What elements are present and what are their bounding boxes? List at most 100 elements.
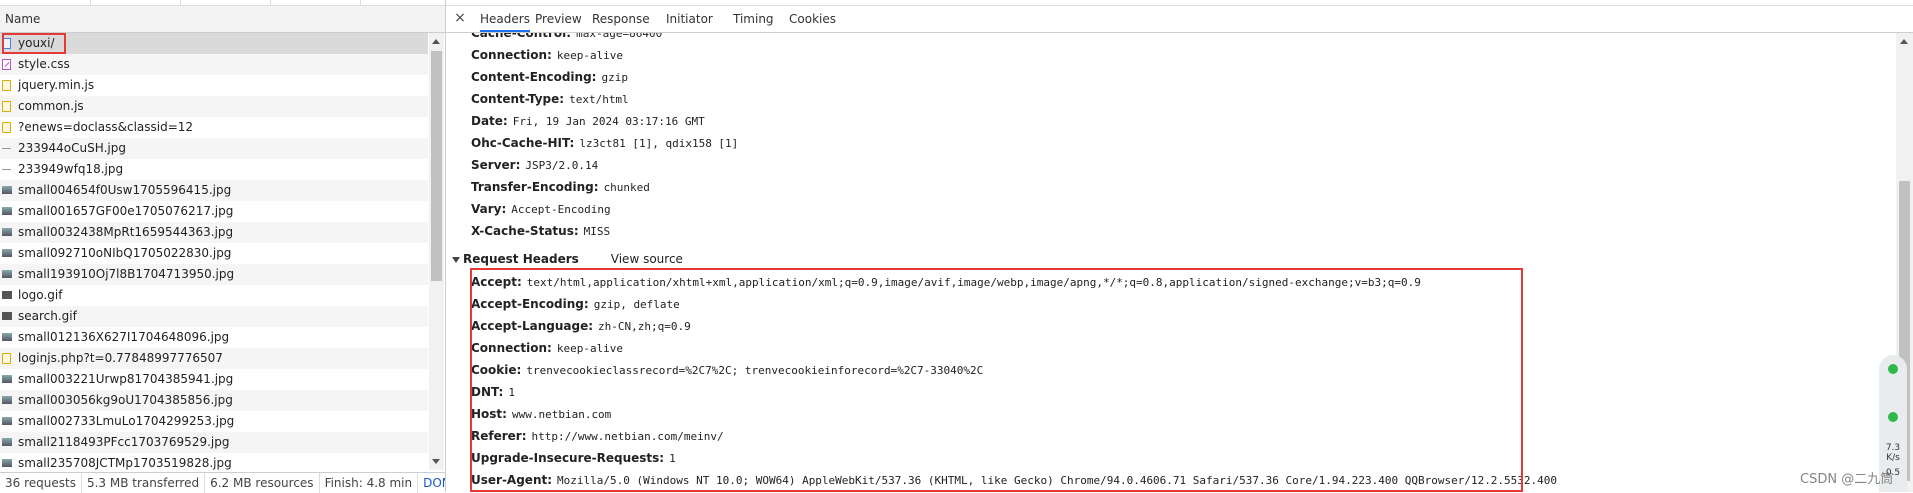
request-row[interactable]: style.css <box>0 54 428 75</box>
view-source-link[interactable]: View source <box>611 252 683 266</box>
response-header-row: Content-Type: text/html <box>471 88 629 110</box>
request-header-row: DNT: 1 <box>471 381 515 403</box>
request-list-scrollbar[interactable] <box>429 33 444 470</box>
script-icon <box>2 80 11 91</box>
request-name: common.js <box>18 99 84 113</box>
request-name: small002733LmuLo1704299253.jpg <box>18 414 235 428</box>
request-row[interactable]: logo.gif <box>0 285 428 306</box>
response-header-row: Cache-Control: max-age=86400 <box>471 33 662 44</box>
response-header-row: Date: Fri, 19 Jan 2024 03:17:16 GMT <box>471 110 705 132</box>
script-icon <box>2 101 11 112</box>
stylesheet-icon <box>2 59 11 70</box>
request-row[interactable]: youxi/ <box>0 33 428 54</box>
request-row[interactable]: small003221Urwp81704385941.jpg <box>0 369 428 390</box>
request-name: logo.gif <box>18 288 63 302</box>
request-row[interactable]: small193910Oj7l8B1704713950.jpg <box>0 264 428 285</box>
header-name: Content-Type: <box>471 92 565 106</box>
request-row[interactable]: jquery.min.js <box>0 75 428 96</box>
image-icon <box>2 438 12 446</box>
request-name: style.css <box>18 57 70 71</box>
scroll-up-arrow-icon[interactable] <box>432 39 440 44</box>
header-name: Accept: <box>471 275 522 289</box>
image-icon <box>2 207 12 215</box>
request-name: small003056kg9oU1704385856.jpg <box>18 393 233 407</box>
scroll-up-arrow-icon[interactable] <box>1900 39 1908 44</box>
request-name: small012136X627I1704648096.jpg <box>18 330 230 344</box>
request-header-row: Upgrade-Insecure-Requests: 1 <box>471 447 676 469</box>
request-row[interactable]: small0032438MpRt1659544363.jpg <box>0 222 428 243</box>
header-name: User-Agent: <box>471 473 553 487</box>
request-name: small2118493PFcc1703769529.jpg <box>18 435 230 449</box>
request-header-row: Cookie: trenvecookieclassrecord=%2C7%2C; … <box>471 359 983 381</box>
header-name: Content-Encoding: <box>471 70 597 84</box>
request-headers-section-title[interactable]: Request Headers View source <box>452 249 683 269</box>
header-value: MISS <box>583 225 611 238</box>
image-icon <box>2 396 12 404</box>
header-name: Cookie: <box>471 363 522 377</box>
status-dot-icon <box>1888 364 1898 374</box>
request-row[interactable]: search.gif <box>0 306 428 327</box>
request-row[interactable]: small004654f0Usw1705596415.jpg <box>0 180 428 201</box>
request-row[interactable]: small012136X627I1704648096.jpg <box>0 327 428 348</box>
request-row[interactable]: small002733LmuLo1704299253.jpg <box>0 411 428 432</box>
header-name: Referer: <box>471 429 527 443</box>
request-row[interactable]: 233949wfq18.jpg <box>0 159 428 180</box>
transferred-size: 5.3 MB transferred <box>82 473 206 493</box>
tab-preview[interactable]: Preview <box>535 6 582 32</box>
network-status-bar: 36 requests 5.3 MB transferred 6.2 MB reso… <box>0 472 445 493</box>
header-value: gzip, deflate <box>593 298 680 311</box>
request-header-row: Connection: keep-alive <box>471 337 623 359</box>
request-row[interactable]: small003056kg9oU1704385856.jpg <box>0 390 428 411</box>
scrollbar-thumb[interactable] <box>431 51 442 281</box>
details-tab-bar: × Headers Preview Response Initiator Tim… <box>446 6 1913 33</box>
scroll-down-arrow-icon[interactable] <box>432 459 440 464</box>
watermark-text: CSDN @二九筒 <box>1800 472 1894 487</box>
image-icon <box>2 148 11 149</box>
header-name: X-Cache-Status: <box>471 224 579 238</box>
request-row[interactable]: common.js <box>0 96 428 117</box>
collapse-triangle-icon[interactable] <box>452 256 460 263</box>
header-value: keep-alive <box>556 49 624 62</box>
response-header-row: Ohc-Cache-HIT: lz3ct81 [1], qdix158 [1] <box>471 132 738 154</box>
request-row[interactable]: small235708JCTMp1703519828.jpg <box>0 453 428 470</box>
request-name: search.gif <box>18 309 77 323</box>
header-name: DNT: <box>471 385 504 399</box>
request-name: small004654f0Usw1705596415.jpg <box>18 183 232 197</box>
tab-response[interactable]: Response <box>592 6 650 32</box>
header-name: Date: <box>471 114 508 128</box>
request-row[interactable]: small2118493PFcc1703769529.jpg <box>0 432 428 453</box>
tab-cookies[interactable]: Cookies <box>789 6 836 32</box>
response-header-row: X-Cache-Status: MISS <box>471 220 610 242</box>
tab-headers[interactable]: Headers <box>480 6 530 32</box>
header-value: http://www.netbian.com/meinv/ <box>531 430 724 443</box>
request-name: small193910Oj7l8B1704713950.jpg <box>18 267 235 281</box>
script-icon <box>2 353 11 364</box>
request-header-row: Accept-Language: zh-CN,zh;q=0.9 <box>471 315 691 337</box>
header-name: Connection: <box>471 341 552 355</box>
request-name: youxi/ <box>18 36 55 50</box>
status-dot-icon <box>1888 412 1898 422</box>
request-row[interactable]: small092710oNIbQ1705022830.jpg <box>0 243 428 264</box>
request-row[interactable]: 233944oCuSH.jpg <box>0 138 428 159</box>
header-value: keep-alive <box>556 342 624 355</box>
request-row[interactable]: loginjs.php?t=0.77848997776507 <box>0 348 428 369</box>
resources-size: 6.2 MB resources <box>205 473 320 493</box>
close-icon[interactable]: × <box>453 10 467 26</box>
tab-timing[interactable]: Timing <box>733 6 774 32</box>
header-value: Mozilla/5.0 (Windows NT 10.0; WOW64) App… <box>557 474 1558 487</box>
tab-initiator[interactable]: Initiator <box>666 6 713 32</box>
header-name: Cache-Control: <box>471 33 572 40</box>
request-name: small235708JCTMp1703519828.jpg <box>18 456 232 470</box>
header-value: chunked <box>603 181 650 194</box>
header-name: Upgrade-Insecure-Requests: <box>471 451 665 465</box>
request-row[interactable]: ?enews=doclass&classid=12 <box>0 117 428 138</box>
speed-unit: K/s <box>1886 453 1900 463</box>
request-header-row: Accept-Encoding: gzip, deflate <box>471 293 680 315</box>
image-icon <box>2 333 12 341</box>
request-name: small092710oNIbQ1705022830.jpg <box>18 246 232 260</box>
name-column-label: Name <box>5 12 41 26</box>
name-column-header[interactable]: Name <box>0 6 445 33</box>
header-value: 1 <box>669 452 676 465</box>
header-name: Accept-Language: <box>471 319 594 333</box>
request-row[interactable]: small001657GF00e1705076217.jpg <box>0 201 428 222</box>
